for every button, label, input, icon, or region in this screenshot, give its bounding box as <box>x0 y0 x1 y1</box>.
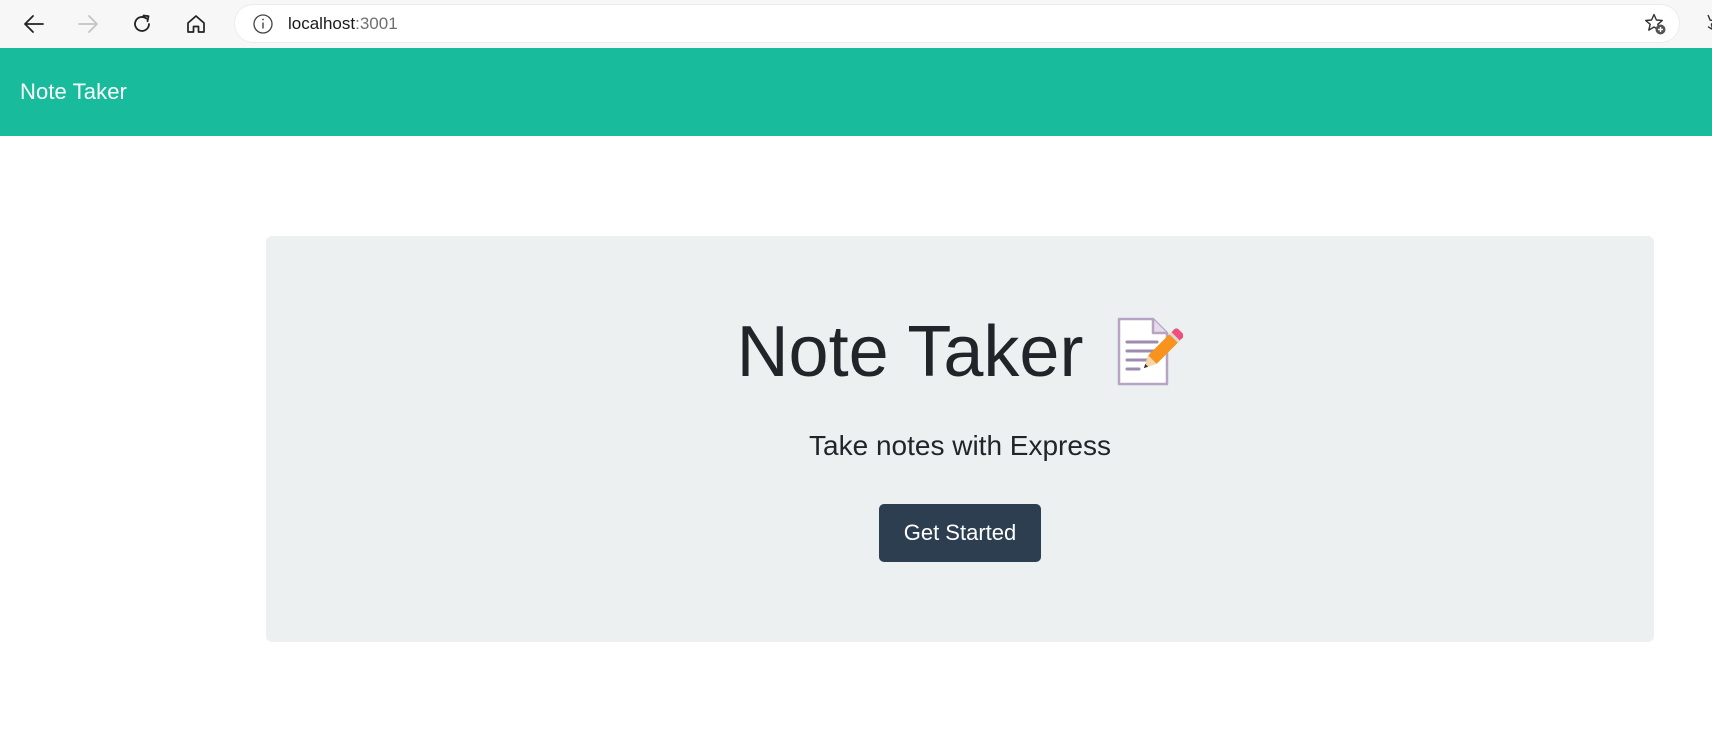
memo-pencil-icon <box>1113 316 1185 388</box>
info-icon[interactable] <box>252 13 274 35</box>
page-title: Note Taker <box>266 316 1654 388</box>
add-favorite-icon[interactable] <box>1643 12 1667 36</box>
page-title-text: Note Taker <box>736 312 1084 392</box>
back-icon <box>24 15 44 33</box>
browser-toolbar: localhost:3001 <box>0 0 1712 48</box>
url-port: :3001 <box>355 13 398 33</box>
forward-icon <box>78 15 98 33</box>
home-button[interactable] <box>178 6 214 42</box>
favorites-icon[interactable] <box>1696 12 1712 36</box>
url-host: localhost <box>288 13 356 33</box>
home-icon <box>187 15 205 33</box>
refresh-button[interactable] <box>124 6 160 42</box>
lead-text: Take notes with Express <box>809 430 1111 461</box>
jumbotron: Note Taker Take notes with Express Get S… <box>266 236 1654 642</box>
forward-button[interactable] <box>70 6 106 42</box>
refresh-icon <box>134 14 150 32</box>
navbar: Note Taker <box>0 48 1712 136</box>
url-text[interactable]: localhost:3001 <box>288 14 398 34</box>
navbar-brand[interactable]: Note Taker <box>20 79 127 105</box>
address-bar[interactable]: localhost:3001 <box>235 5 1679 42</box>
back-button[interactable] <box>16 6 52 42</box>
get-started-button[interactable]: Get Started <box>879 504 1041 562</box>
